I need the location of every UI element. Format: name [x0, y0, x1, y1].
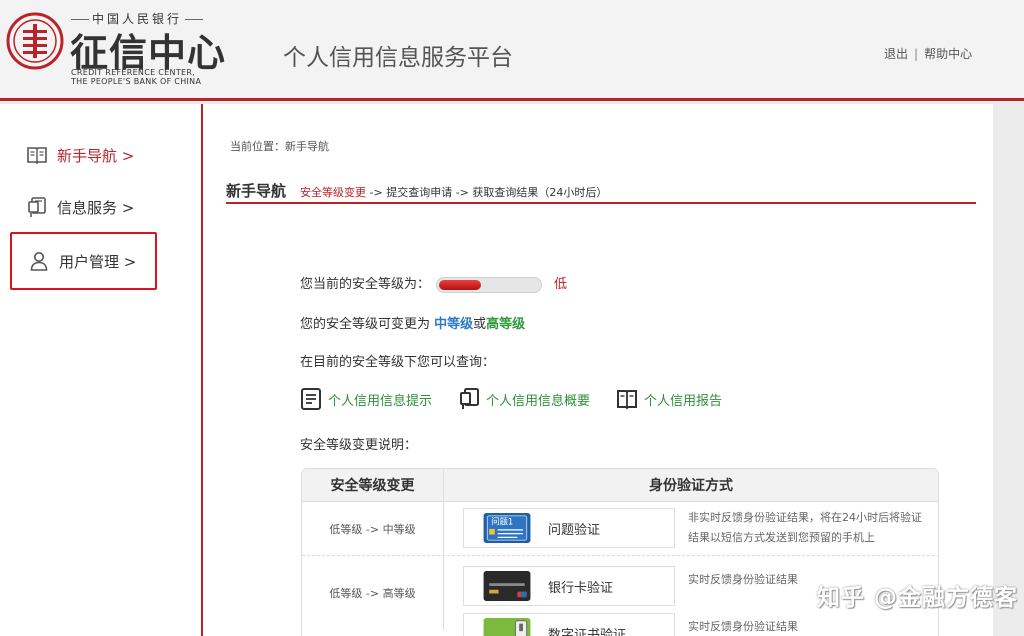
content-area: 当前位置：新手导航 新手导航 安全等级变更 -> 提交查询申请 -> 获取查询结果…	[226, 104, 976, 636]
change-cell: 低等级 -> 中等级	[302, 502, 444, 555]
bank-card-icon	[483, 571, 531, 601]
step-rest: -> 提交查询申请 -> 获取查询结果（24小时后）	[366, 186, 608, 199]
high-level-link[interactable]: 高等级	[486, 317, 525, 332]
sidebar-item-newbie-guide[interactable]: 新手导航 >	[10, 126, 157, 184]
upgrade-line: 您的安全等级可变更为 中等级或高等级	[300, 313, 525, 332]
link-credit-info-hint[interactable]: 个人信用信息提示	[300, 387, 432, 411]
table-header-method: 身份验证方式	[649, 478, 733, 494]
upgrade-prefix: 您的安全等级可变更为	[300, 317, 435, 332]
digital-certificate-icon	[483, 618, 531, 636]
upgrade-or: 或	[473, 317, 487, 332]
book-icon	[617, 390, 638, 410]
header: 中国人民银行 征信中心 CREDIT REFERENCE CENTER, THE…	[0, 0, 1024, 101]
security-level-fill	[439, 279, 481, 290]
logo-english-text: CREDIT REFERENCE CENTER, THE PEOPLE'S BA…	[71, 68, 201, 86]
step-current: 安全等级变更	[300, 186, 367, 199]
method-desc: 实时反馈身份验证结果	[688, 620, 798, 633]
question-card-icon: 问题1	[483, 513, 531, 543]
link-credit-info-summary[interactable]: 个人信用信息概要	[458, 387, 590, 411]
sidebar-item-user-management[interactable]: 用户管理 >	[10, 232, 157, 290]
logo-english-line-2: THE PEOPLE'S BANK OF CHINA	[71, 77, 202, 86]
page-title-row: 新手导航 安全等级变更 -> 提交查询申请 -> 获取查询结果（24小时后）	[226, 180, 976, 204]
document-icon	[460, 388, 480, 409]
method-question-verify[interactable]: 问题1 问题验证	[463, 508, 675, 548]
top-links: 退出 | 帮助中心	[884, 45, 972, 62]
query-links: 个人信用信息提示 个人信用信息概要 个人信用报告	[300, 387, 748, 411]
security-level-bar	[436, 276, 543, 293]
watermark: 知乎 @金融方德客	[817, 585, 1019, 611]
breadcrumb: 当前位置：新手导航	[230, 140, 329, 153]
book-icon	[27, 147, 47, 165]
method-digital-cert-verify[interactable]: 数字证书验证	[463, 613, 675, 636]
link-label: 个人信用信息提示	[328, 393, 433, 409]
link-label: 个人信用报告	[644, 393, 723, 409]
page-title: 新手导航	[226, 182, 287, 200]
query-prompt: 在目前的安全等级下您可以查询：	[300, 355, 496, 370]
table-header: 安全等级变更 身份验证方式	[302, 469, 938, 502]
main-panel: 新手导航 > 信息服务 > 用户管理 > 当前位置：新手导航 新手导航 安全等级变…	[0, 104, 993, 636]
link-label: 个人信用信息概要	[486, 393, 591, 409]
question-card-text: 问题1	[491, 516, 513, 526]
method-label: 数字证书验证	[548, 627, 627, 636]
change-note-heading: 安全等级变更说明：	[300, 438, 418, 453]
link-credit-report[interactable]: 个人信用报告	[616, 387, 722, 411]
table-row: 低等级 -> 中等级 问题1 问题验证 非实时反馈身份验证结果，将在24小时后将…	[302, 502, 938, 556]
security-level-label: 您当前的安全等级为：	[300, 277, 431, 292]
step-indicator: 安全等级变更 -> 提交查询申请 -> 获取查询结果（24小时后）	[300, 186, 607, 199]
method-label: 问题验证	[548, 522, 601, 538]
mid-level-link[interactable]: 中等级	[434, 317, 473, 332]
logout-link[interactable]: 退出	[884, 47, 908, 61]
sidebar-item-label: 新手导航 >	[57, 146, 135, 165]
security-level-text: 低	[554, 277, 568, 292]
method-bank-card-verify[interactable]: 银行卡验证	[463, 566, 675, 606]
table-header-change: 安全等级变更	[302, 469, 444, 501]
method-label: 银行卡验证	[548, 580, 614, 596]
logo-english-line-1: CREDIT REFERENCE CENTER,	[71, 68, 196, 77]
help-center-link[interactable]: 帮助中心	[924, 47, 972, 61]
top-link-separator: |	[914, 47, 919, 61]
user-icon	[30, 252, 48, 271]
sidebar: 新手导航 > 信息服务 > 用户管理 >	[0, 104, 203, 636]
change-cell: 低等级 -> 高等级	[302, 556, 444, 630]
sidebar-item-label: 信息服务 >	[57, 198, 135, 217]
security-level-line: 您当前的安全等级为： 低	[300, 273, 567, 293]
document-icon	[28, 197, 46, 217]
pboc-emblem-icon	[6, 12, 64, 70]
method-desc: 非实时反馈身份验证结果，将在24小时后将验证结果以短信方式发送到您预留的手机上	[688, 511, 922, 544]
site-title: 个人信用信息服务平台	[283, 45, 513, 71]
sidebar-item-label: 用户管理 >	[59, 252, 137, 271]
sidebar-item-info-service[interactable]: 信息服务 >	[10, 178, 157, 236]
list-doc-icon	[301, 388, 321, 410]
